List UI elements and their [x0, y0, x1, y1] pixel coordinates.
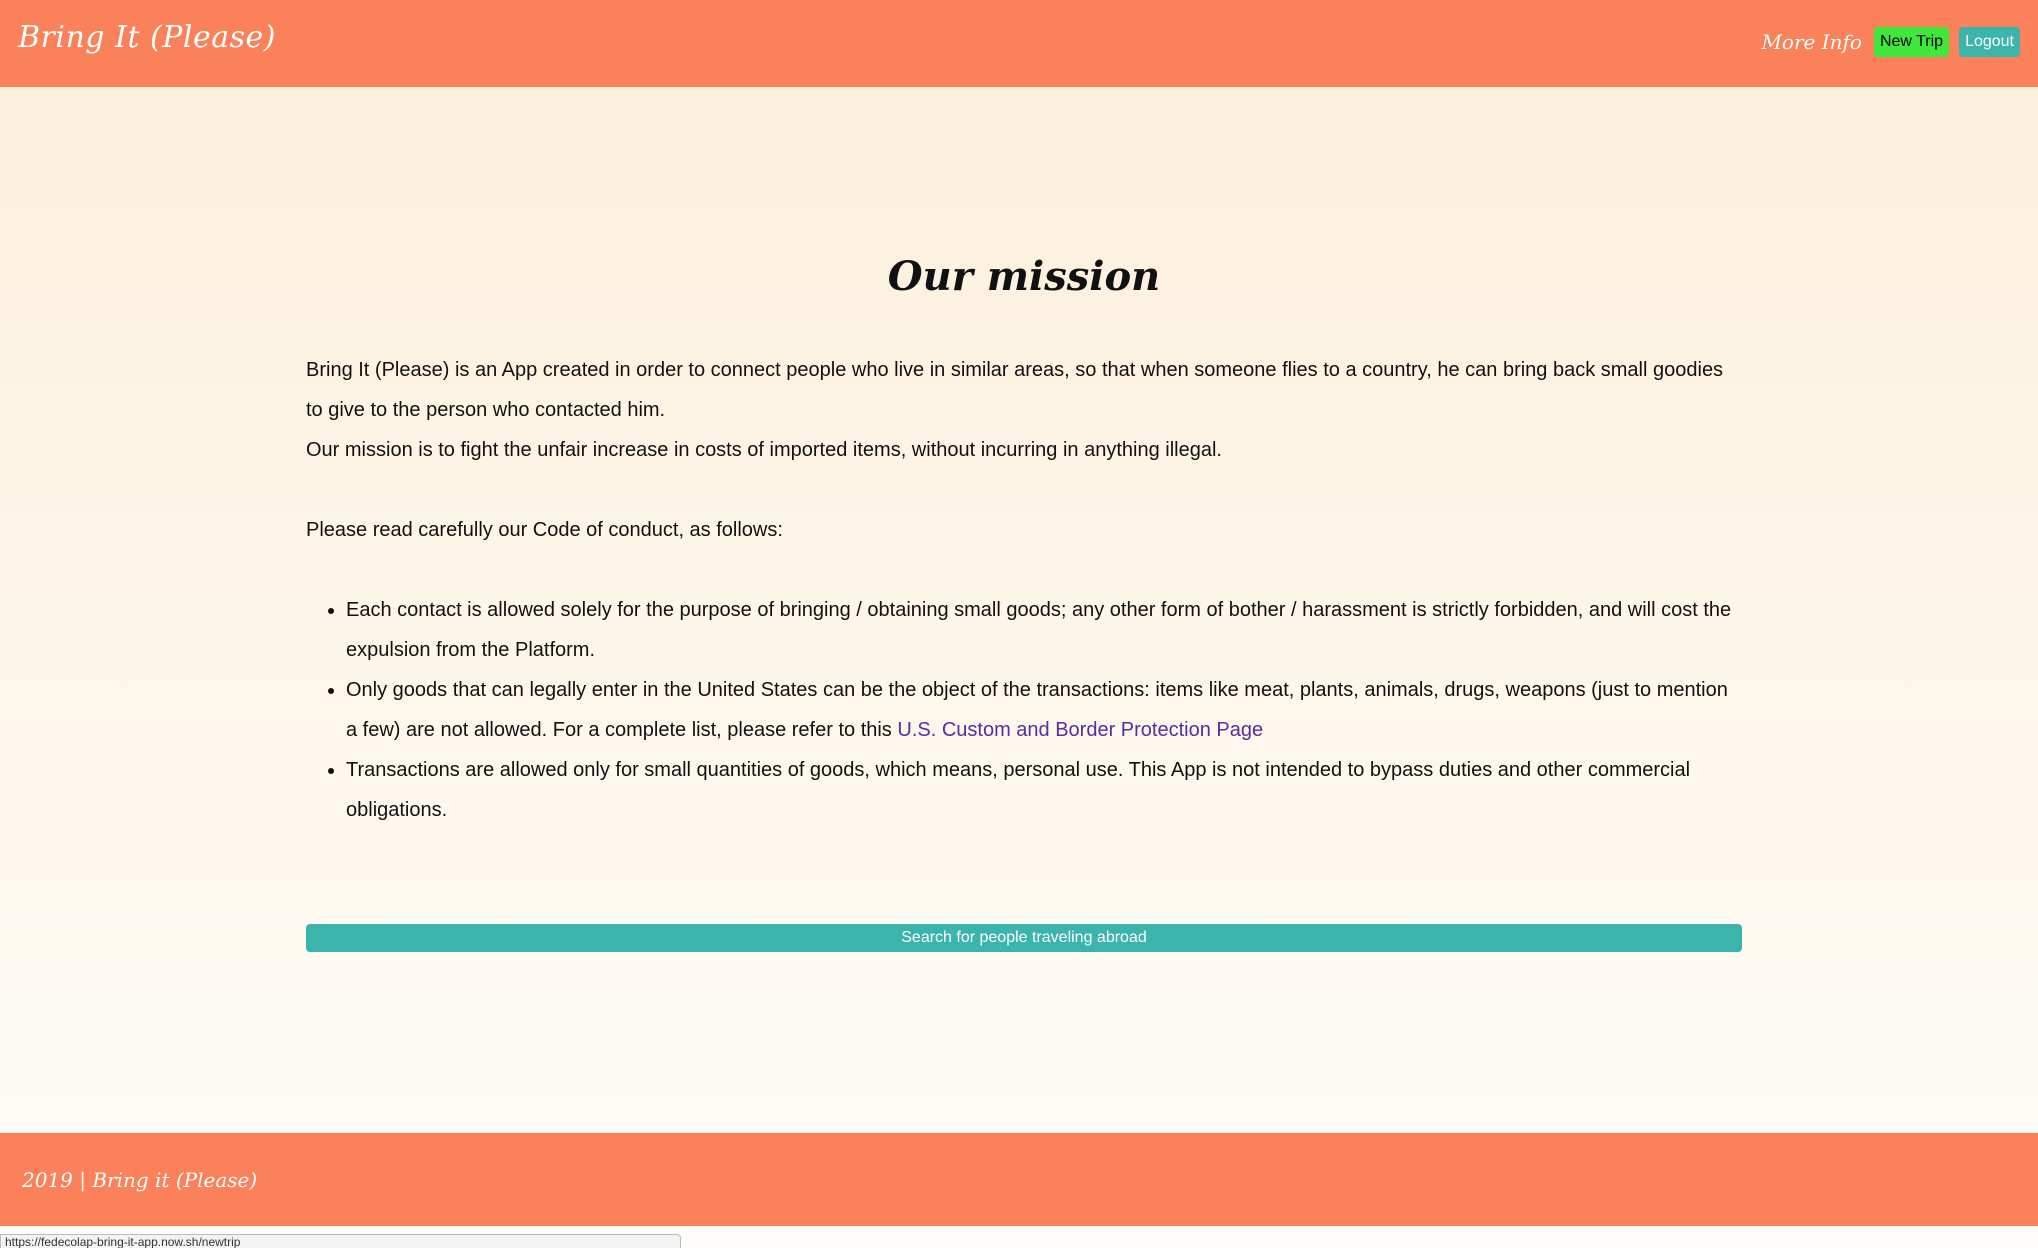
cbp-link[interactable]: U.S. Custom and Border Protection Page	[897, 719, 1263, 741]
new-trip-button[interactable]: New Trip	[1873, 26, 1950, 57]
mission-section: Our mission Bring It (Please) is an App …	[306, 87, 1742, 952]
brand-logo[interactable]: Bring It (Please)	[18, 20, 276, 55]
browser-status-url: https://fedecolap-bring-it-app.now.sh/ne…	[0, 1234, 681, 1248]
nav-links: More Info New Trip Logout	[1761, 26, 2020, 57]
list-item: Transactions are allowed only for small …	[346, 750, 1742, 830]
top-navbar: Bring It (Please) More Info New Trip Log…	[0, 0, 2038, 87]
list-item: Only goods that can legally enter in the…	[346, 670, 1742, 750]
logout-button[interactable]: Logout	[1959, 26, 2020, 57]
footer: 2019 | Bring it (Please)	[0, 1133, 2038, 1226]
mission-paragraph: Our mission is to fight the unfair incre…	[306, 439, 1222, 461]
code-of-conduct-list: Each contact is allowed solely for the p…	[306, 590, 1742, 830]
intro-paragraph: Bring It (Please) is an App created in o…	[306, 359, 1724, 421]
footer-text: 2019 | Bring it (Please)	[22, 1167, 258, 1192]
code-of-conduct-intro: Please read carefully our Code of conduc…	[306, 519, 783, 541]
rule-text: Each contact is allowed solely for the p…	[346, 599, 1732, 661]
rule-text: Transactions are allowed only for small …	[346, 759, 1691, 821]
search-travelers-button[interactable]: Search for people traveling abroad	[306, 924, 1742, 952]
mission-content: Bring It (Please) is an App created in o…	[306, 350, 1742, 830]
more-info-link[interactable]: More Info	[1761, 30, 1862, 54]
page-title: Our mission	[887, 253, 1161, 300]
list-item: Each contact is allowed solely for the p…	[346, 590, 1742, 670]
